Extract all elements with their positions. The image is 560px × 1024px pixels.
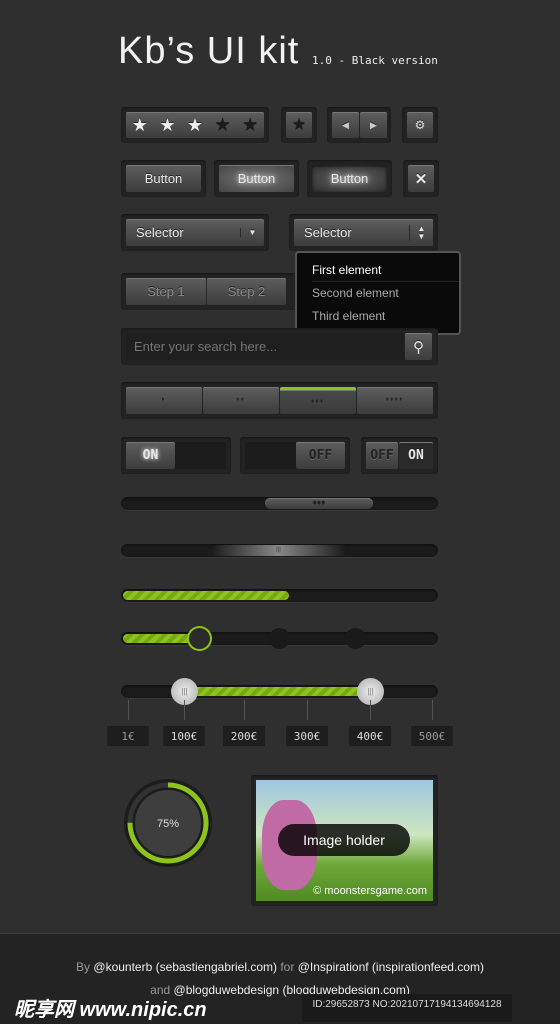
slider-handle[interactable] xyxy=(189,628,210,649)
toggle-off[interactable]: OFF xyxy=(245,442,345,469)
star-icon[interactable]: ★ xyxy=(132,115,148,136)
button-hover[interactable]: Button xyxy=(219,165,294,192)
scrollbar-thumb[interactable]: ||| xyxy=(211,545,346,556)
selector-1[interactable]: Selector ▼ xyxy=(126,219,264,246)
range-tick xyxy=(307,700,308,720)
arrow-right-icon[interactable]: ▶ xyxy=(360,112,387,138)
star-icon[interactable]: ★ xyxy=(187,115,203,136)
range-tick xyxy=(184,700,185,720)
segment-1[interactable]: • xyxy=(126,387,202,414)
dropdown-menu: First element Second element Third eleme… xyxy=(295,251,461,335)
image-holder: Image holder © moonstersgame.com xyxy=(256,780,433,901)
toggle-switch[interactable]: OFF ON xyxy=(366,442,433,469)
range-tick xyxy=(432,700,433,720)
step-slider[interactable] xyxy=(121,628,438,649)
range-label: 1€ xyxy=(107,726,149,746)
range-tick xyxy=(128,700,129,720)
page-subtitle: 1.0 - Black version xyxy=(312,54,438,67)
toggle-label: ON xyxy=(126,442,175,469)
range-fill xyxy=(184,687,371,696)
range-label: 300€ xyxy=(286,726,328,746)
segment-2[interactable]: •• xyxy=(203,387,279,414)
range-label: 500€ xyxy=(411,726,453,746)
star-rating[interactable]: ★ ★ ★ ★ ★ xyxy=(126,112,264,138)
range-label: 400€ xyxy=(349,726,391,746)
footer-text: for xyxy=(280,960,295,974)
dropdown-item[interactable]: Second element xyxy=(312,282,459,305)
author-link[interactable]: @kounterb (sebastiengabriel.com) xyxy=(93,960,277,974)
progress-bar xyxy=(121,589,438,602)
close-icon[interactable]: ✕ xyxy=(408,165,434,192)
button-normal[interactable]: Button xyxy=(126,165,201,192)
dropdown-item[interactable]: First element xyxy=(312,259,459,282)
toggle-label: ON xyxy=(399,442,433,469)
star-icon[interactable]: ★ xyxy=(159,115,175,136)
toggle-label: OFF xyxy=(366,442,398,469)
step-1[interactable]: Step 1 xyxy=(126,278,206,305)
selector-label: Selector xyxy=(304,225,352,240)
selector-2[interactable]: Selector ▲ ▼ xyxy=(294,219,433,246)
watermark-id: ID:29652873 NO:20210717194134694128 xyxy=(302,994,512,1022)
circular-progress-label: 75% xyxy=(157,818,179,830)
chevron-down-icon: ▼ xyxy=(240,228,264,237)
arrow-left-icon[interactable]: ◀ xyxy=(332,112,359,138)
range-slider[interactable]: ||| ||| xyxy=(121,678,438,705)
image-credit: © moonstersgame.com xyxy=(313,885,427,897)
page-title: Kb’s UI kit xyxy=(118,30,300,72)
dropdown-item[interactable]: Third element xyxy=(312,305,459,328)
range-tick xyxy=(244,700,245,720)
step-2[interactable]: Step 2 xyxy=(206,278,286,305)
range-label: 200€ xyxy=(223,726,265,746)
image-label: Image holder xyxy=(278,824,410,856)
progress-fill xyxy=(123,591,289,600)
selector-label: Selector xyxy=(136,225,184,240)
scrollbar-thumb[interactable]: ●●● xyxy=(265,498,373,509)
toggle-label: OFF xyxy=(296,442,345,469)
segment-3[interactable]: ••• xyxy=(280,387,356,414)
range-tick xyxy=(370,700,371,720)
range-label: 100€ xyxy=(163,726,205,746)
star-icon[interactable]: ★ xyxy=(215,115,231,136)
star-icon[interactable]: ★ xyxy=(242,115,258,136)
circular-progress: 75% xyxy=(124,779,212,867)
up-down-icon: ▲ ▼ xyxy=(409,224,433,241)
gear-icon[interactable]: ⚙ xyxy=(407,112,433,138)
search-input[interactable] xyxy=(126,333,404,360)
toggle-on[interactable]: ON xyxy=(126,442,226,469)
slider-step[interactable] xyxy=(345,628,366,649)
client-link[interactable]: @Inspirationf (inspirationfeed.com) xyxy=(298,960,484,974)
search-icon[interactable]: ⚲ xyxy=(405,333,432,360)
slider-step[interactable] xyxy=(269,628,290,649)
segment-4[interactable]: •••• xyxy=(357,387,433,414)
button-pressed[interactable]: Button xyxy=(312,165,387,192)
star-icon[interactable]: ★ xyxy=(286,112,312,138)
scrollbar-track[interactable]: ●●● xyxy=(121,497,438,510)
watermark-logo: 昵享网 www.nipic.cn xyxy=(14,999,207,1021)
footer-text: By xyxy=(76,960,91,974)
scrollbar-track-2[interactable]: ||| xyxy=(121,544,438,557)
